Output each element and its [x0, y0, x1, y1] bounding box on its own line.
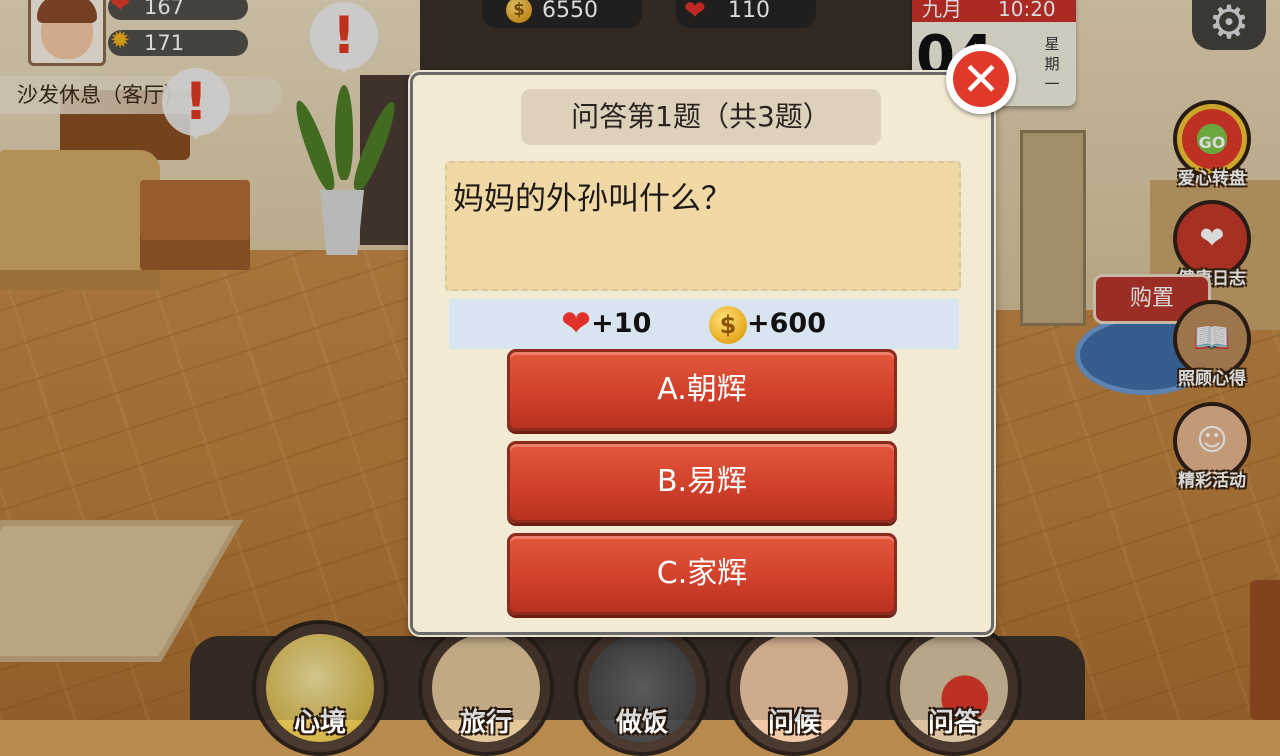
answer-button-a[interactable]: A.朝辉 — [507, 349, 897, 431]
question-box: 妈妈的外孙叫什么？ — [445, 161, 961, 291]
reward-coins: $ +600 — [709, 299, 826, 349]
reward-hearts: ❤+10 — [561, 299, 651, 349]
answer-button-b[interactable]: B.易辉 — [507, 441, 897, 523]
answer-button-c[interactable]: C.家辉 — [507, 533, 897, 615]
reward-coins-value: +600 — [747, 308, 826, 339]
reward-hearts-value: +10 — [591, 308, 652, 339]
reward-bar: ❤+10 $ +600 — [449, 299, 959, 349]
reward-heart-icon: ❤ — [561, 303, 592, 345]
close-icon: ✕ — [953, 51, 1009, 107]
quiz-title: 问答第1题（共3题） — [521, 89, 881, 145]
close-button[interactable]: ✕ — [946, 44, 1016, 114]
quiz-dialog: 问答第1题（共3题） 妈妈的外孙叫什么？ ❤+10 $ +600 A.朝辉 B.易… — [410, 72, 994, 635]
question-text: 妈妈的外孙叫什么？ — [453, 181, 732, 217]
reward-coin-icon: $ — [709, 305, 747, 344]
